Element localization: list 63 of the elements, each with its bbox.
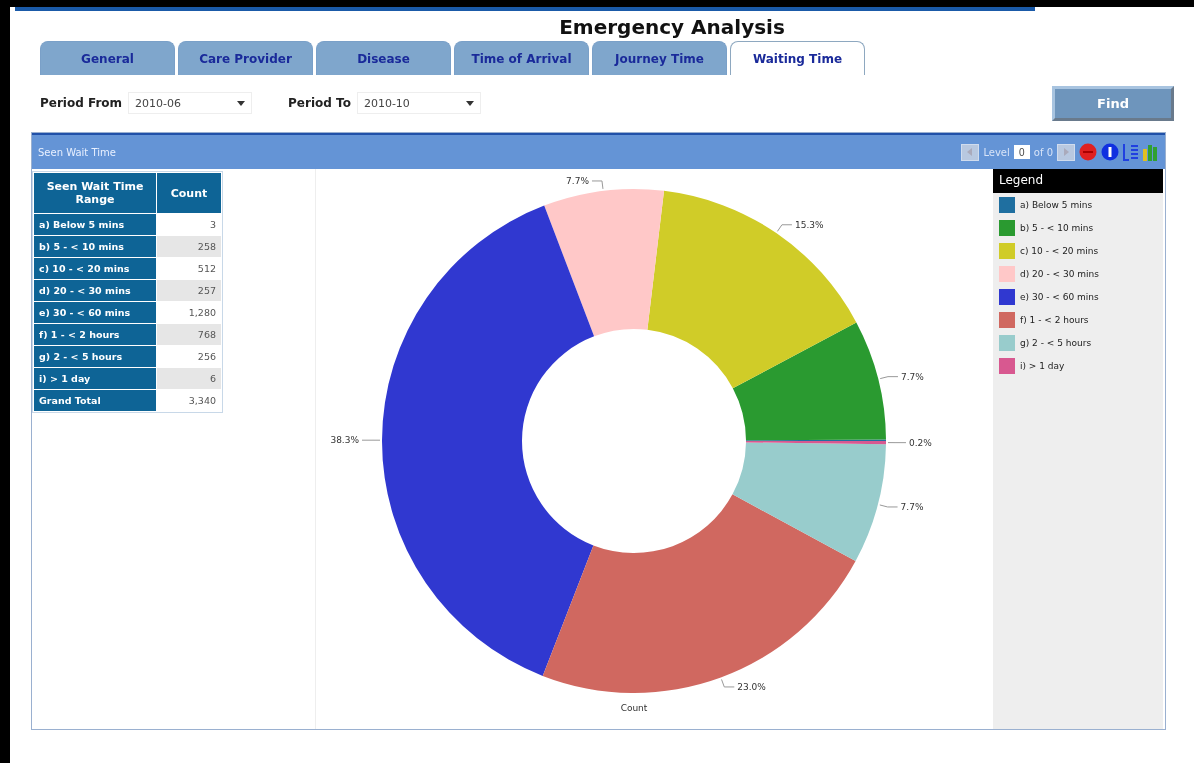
legend-label: g) 2 - < 5 hours [1020, 337, 1092, 348]
row-header: e) 30 - < 60 mins [34, 302, 156, 323]
value-label: 7.7% [566, 175, 589, 186]
caret-icon [237, 100, 246, 106]
row-header: c) 10 - < 20 mins [34, 258, 156, 279]
value-label: 7.7% [900, 371, 924, 382]
legend-label: e) 30 - < 60 mins [1020, 291, 1099, 302]
value-label: 38.3% [330, 435, 359, 446]
value-label: 15.3% [794, 219, 824, 230]
left-arrow-icon [966, 148, 975, 156]
leader-line [776, 224, 793, 232]
leader-line [879, 376, 899, 380]
value-label: 0.2% [909, 437, 932, 448]
row-header: b) 5 - < 10 mins [34, 236, 156, 257]
level-count: of 0 [1033, 146, 1053, 158]
previous-level-button[interactable] [961, 143, 980, 161]
level-label: Level [983, 146, 1010, 158]
axis-label: Count [620, 703, 648, 713]
tab[interactable]: Disease [316, 41, 451, 75]
table-cell: 6 [157, 368, 221, 389]
caret-icon [465, 100, 474, 106]
column-header: Seen Wait Time Range [34, 173, 156, 213]
legend-title: Legend [993, 169, 1163, 193]
table-cell: 768 [157, 324, 221, 345]
filter-label: Period To [288, 96, 351, 110]
tab[interactable]: Waiting Time [730, 41, 865, 75]
row-header: a) Below 5 mins [34, 214, 156, 235]
legend-label: d) 20 - < 30 mins [1020, 268, 1099, 279]
column-header: Count [157, 173, 221, 213]
legend-label: a) Below 5 mins [1020, 199, 1093, 210]
leader-line [887, 442, 907, 444]
panel-title: Seen Wait Time [38, 146, 116, 158]
legend-label: b) 5 - < 10 mins [1020, 222, 1094, 233]
filter-label: Period From [40, 96, 123, 110]
row-header: f) 1 - < 2 hours [34, 324, 156, 345]
find-button[interactable]: Find [1052, 85, 1174, 121]
info-icon[interactable] [1101, 143, 1119, 161]
value-label: 7.7% [900, 501, 924, 512]
row-header: g) 2 - < 5 hours [34, 346, 156, 367]
page-title: Emergency Analysis [558, 15, 786, 39]
leader-line [721, 678, 735, 688]
right-arrow-icon [1062, 148, 1070, 156]
row-header: Grand Total [34, 390, 156, 411]
leader-line [361, 439, 381, 441]
table-cell: 257 [157, 280, 221, 301]
row-header: d) 20 - < 30 mins [34, 280, 156, 301]
legend-label: f) 1 - < 2 hours [1020, 314, 1089, 325]
legend-label: c) 10 - < 20 mins [1020, 245, 1099, 256]
legend-label: i) > 1 day [1020, 360, 1065, 371]
table-cell: 258 [157, 236, 221, 257]
level-input[interactable]: 0 [1013, 145, 1030, 159]
value-label: 23.0% [737, 681, 766, 692]
row-header: i) > 1 day [34, 368, 156, 389]
tab[interactable]: General [40, 41, 175, 75]
tab[interactable]: Journey Time [592, 41, 727, 75]
period-dropdown[interactable]: 2010-06 [128, 92, 253, 114]
leader-line [591, 180, 604, 190]
period-dropdown[interactable]: 2010-10 [356, 92, 481, 114]
tab[interactable]: Care Provider [178, 41, 313, 75]
next-level-button[interactable] [1057, 143, 1075, 161]
tab[interactable]: Time of Arrival [454, 41, 589, 75]
leader-line [879, 504, 899, 508]
bar-chart-icon[interactable] [1143, 143, 1159, 161]
